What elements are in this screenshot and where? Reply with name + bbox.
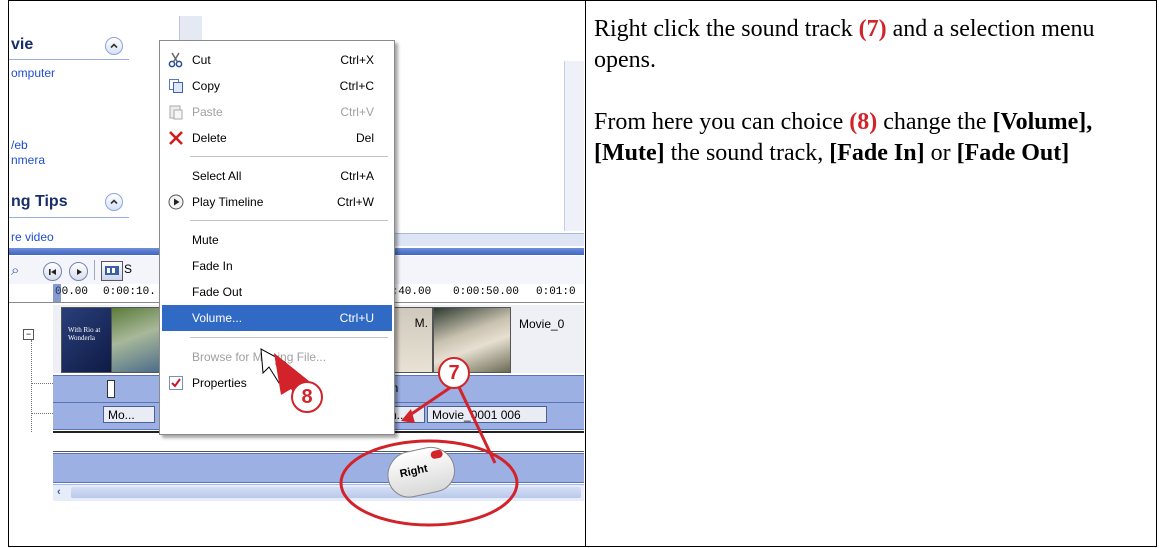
scroll-thumb[interactable] [71, 487, 581, 498]
callout-badge-7: 7 [438, 357, 470, 389]
menu-item-paste[interactable]: Paste Ctrl+V [162, 99, 392, 125]
pane-link-web[interactable]: /eb [11, 138, 28, 152]
title-clip[interactable]: With Rio at Wonderla [61, 307, 113, 373]
menu-item-shortcut: Ctrl+V [340, 105, 374, 119]
timeline-hscroll[interactable]: ‹ [53, 484, 584, 501]
instruction-text: the sound track, [664, 140, 830, 166]
menu-item-shortcut: Ctrl+W [337, 195, 374, 209]
ruler-tick: 0:00:50.00 [453, 286, 520, 298]
menu-item-label: Delete [192, 131, 227, 145]
callout-badge-8: 8 [291, 381, 323, 413]
video-clip-label: M. [414, 316, 428, 330]
storyboard-label[interactable]: S [124, 262, 132, 276]
paste-icon [169, 105, 183, 120]
ruler-tick: 0:00:10. [103, 286, 156, 298]
pane-divider [9, 59, 129, 60]
menu-item-shortcut: Ctrl+A [340, 169, 374, 183]
scissors-icon [168, 52, 183, 68]
rewind-icon[interactable] [43, 262, 62, 281]
pane-link-video[interactable]: re video [11, 230, 54, 244]
menu-item-copy[interactable]: Copy Ctrl+C [162, 73, 392, 99]
menu-item-label: Cut [192, 53, 211, 67]
video-clip-thumbnail[interactable] [111, 307, 163, 373]
option-fade-out: [Fade Out] [956, 140, 1070, 166]
audio-clip[interactable]: Movie_0001 006 [427, 406, 547, 423]
storyboard-icon[interactable] [101, 261, 123, 281]
pane-link-camera[interactable]: nmera [11, 153, 45, 167]
toolbar-separator [94, 260, 95, 280]
option-fade-in: [Fade In] [829, 140, 925, 166]
menu-item-shortcut: Del [355, 131, 374, 145]
menu-item-fade-out[interactable]: Fade Out [162, 279, 392, 305]
menu-item-label: Paste [192, 105, 223, 119]
collapse-up-icon[interactable] [105, 193, 123, 211]
tree-line [31, 413, 53, 415]
properties-check-icon [169, 376, 183, 390]
menu-item-label: Volume... [192, 311, 243, 325]
menu-item-shortcut: Ctrl+C [339, 79, 374, 93]
instruction-paragraph-1: Right click the sound track (7) and a se… [594, 14, 1149, 76]
collapse-track-icon[interactable]: − [23, 329, 34, 340]
tree-line [31, 340, 33, 432]
instruction-text: From here you can choice [594, 109, 850, 135]
menu-separator [190, 220, 388, 221]
menu-item-label: Mute [192, 233, 219, 247]
menu-item-label: Properties [192, 376, 247, 390]
menu-separator [190, 337, 388, 338]
menu-item-delete[interactable]: Delete Del [162, 125, 392, 151]
audio-clip[interactable]: Mo... [103, 406, 155, 423]
instruction-paragraph-2: From here you can choice (8) change the … [594, 107, 1149, 169]
menu-item-cut[interactable]: Cut Ctrl+X [162, 47, 392, 73]
audio-music-track[interactable] [53, 453, 584, 483]
menu-item-label: Select All [192, 169, 242, 183]
menu-item-label: Fade In [192, 259, 233, 273]
menu-item-browse-missing-file[interactable]: Browse for Missing File... [162, 344, 392, 370]
tree-line [31, 383, 53, 385]
step-number-8: (8) [849, 109, 878, 135]
instruction-text: or [924, 140, 957, 166]
column-divider [585, 0, 586, 547]
upper-hscroll[interactable] [389, 233, 584, 246]
track-label-column: − [9, 303, 53, 503]
pane-divider [9, 217, 129, 218]
pane-section-title-tips: ng Tips [11, 193, 68, 210]
menu-item-select-all[interactable]: Select All Ctrl+A [162, 163, 392, 189]
menu-item-shortcut: Ctrl+X [340, 53, 374, 67]
menu-item-mute[interactable]: Mute [162, 227, 392, 253]
instruction-text: change the [877, 109, 993, 135]
instruction-text: Right click the sound track [594, 16, 859, 42]
scroll-left-icon[interactable]: ‹ [57, 487, 68, 498]
pane-link-computer[interactable]: omputer [11, 66, 55, 80]
mouse-label: Right [398, 462, 429, 481]
menu-item-label: Copy [192, 79, 221, 93]
instructions: Right click the sound track (7) and a se… [594, 14, 1149, 200]
menu-item-label: Fade Out [192, 285, 243, 299]
menu-item-shortcut: Ctrl+U [339, 311, 374, 325]
preview-scroll-edge [564, 61, 584, 231]
context-menu: Cut Ctrl+X Copy Ctrl+C Paste Ctrl+V Dele… [159, 40, 395, 435]
menu-separator [190, 156, 388, 157]
ruler-tick: 0:01:0 [536, 286, 576, 298]
pane-section-title-movie: vie [11, 36, 34, 53]
menu-item-label: Browse for Missing File... [192, 350, 327, 364]
video-clip-label: Movie_0 [519, 317, 565, 331]
menu-item-properties[interactable]: Properties [162, 370, 392, 396]
menu-item-fade-in[interactable]: Fade In [162, 253, 392, 279]
menu-item-label: Play Timeline [192, 195, 264, 209]
step-number-7: (7) [858, 16, 887, 42]
title-clip-text: With Rio at Wonderla [68, 326, 101, 342]
play-icon [168, 194, 184, 210]
playhead-marker[interactable] [53, 284, 61, 302]
transition-marker[interactable] [107, 380, 115, 398]
menu-item-play-timeline[interactable]: Play Timeline Ctrl+W [162, 189, 392, 215]
delete-x-icon [169, 131, 183, 145]
copy-icon [169, 79, 183, 93]
mouse-right-button [429, 449, 444, 460]
zoom-icon[interactable]: ⌕ [11, 262, 19, 279]
movie-maker-screenshot: vie omputer /eb nmera ng Tips re video ⌕… [9, 1, 584, 546]
collapse-up-icon[interactable] [105, 37, 123, 55]
menu-item-volume[interactable]: Volume... Ctrl+U [162, 305, 392, 331]
play-icon[interactable] [69, 262, 88, 281]
